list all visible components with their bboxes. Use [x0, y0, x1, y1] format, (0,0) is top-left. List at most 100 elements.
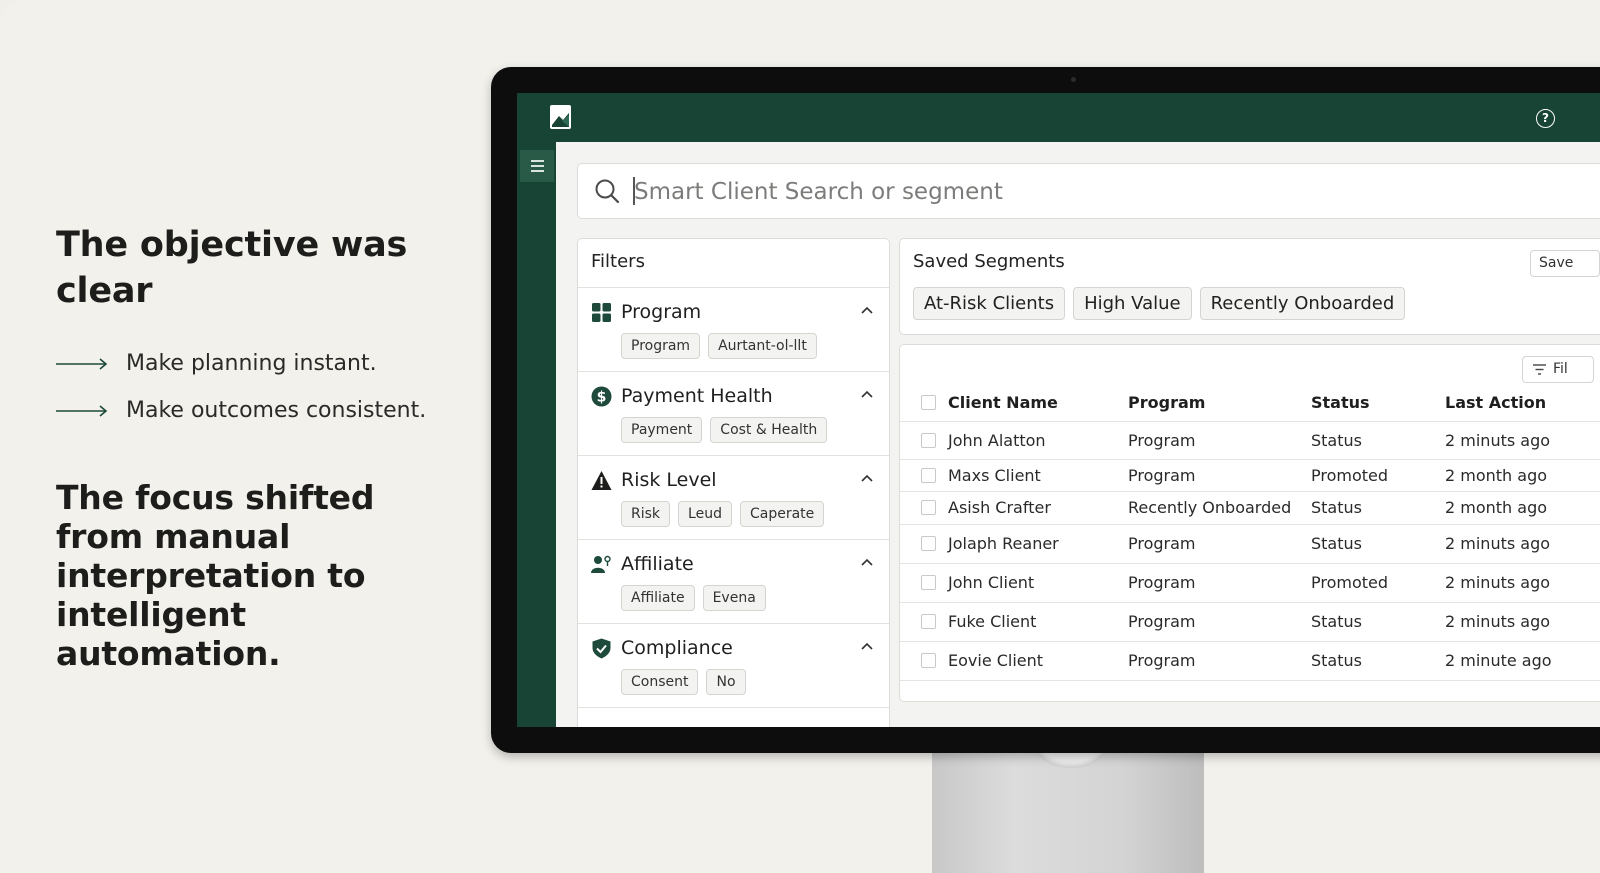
- shield-check-icon: [592, 638, 611, 659]
- status-cell: Status: [1311, 498, 1362, 517]
- filters-panel: Filters Program Program Aurtant-ol-llt $…: [577, 238, 890, 727]
- filter-chip[interactable]: Evena: [702, 585, 766, 611]
- client-name: Jolaph Reaner: [948, 534, 1059, 553]
- client-table-panel: Fil Client Name Program Status Last Acti…: [899, 344, 1600, 702]
- svg-text:$: $: [597, 390, 607, 406]
- row-checkbox[interactable]: [921, 575, 936, 590]
- filter-group-title: Risk Level: [621, 469, 717, 491]
- filter-group-payment-health[interactable]: $ Payment Health Payment Cost & Health: [578, 372, 889, 456]
- filter-chip[interactable]: Caperate: [739, 501, 825, 527]
- column-header[interactable]: Status: [1311, 393, 1370, 412]
- status-cell: Status: [1311, 534, 1362, 553]
- table-row[interactable]: Eovie Client Program Status 2 minute ago: [900, 641, 1600, 681]
- row-checkbox[interactable]: [921, 468, 936, 483]
- filter-group-title: Affiliate: [621, 553, 694, 575]
- filter-chip[interactable]: Program: [621, 333, 701, 359]
- client-name: John Client: [948, 573, 1035, 592]
- segment-chip[interactable]: High Value: [1073, 287, 1192, 320]
- last-action-cell: 2 minuts ago: [1445, 534, 1551, 553]
- saved-segments-title: Saved Segments: [913, 251, 1065, 272]
- column-header[interactable]: Last Action: [1445, 393, 1546, 412]
- filter-chip[interactable]: No: [706, 669, 746, 695]
- filter-chip[interactable]: Aurtant-ol-llt: [708, 333, 817, 359]
- filter-chip[interactable]: Cost & Health: [710, 417, 828, 443]
- filter-group-compliance[interactable]: Compliance Consent No: [578, 624, 889, 708]
- client-name: John Alatton: [948, 431, 1046, 450]
- row-checkbox[interactable]: [921, 433, 936, 448]
- client-name: Fuke Client: [948, 612, 1037, 631]
- grid-icon: [592, 303, 611, 322]
- filter-button[interactable]: Fil: [1522, 356, 1594, 383]
- bullet-list: Make planning instant. Make outcomes con…: [56, 340, 456, 434]
- filters-title: Filters: [591, 251, 645, 272]
- row-checkbox[interactable]: [921, 536, 936, 551]
- filter-icon: [1533, 364, 1546, 375]
- program-cell: Program: [1128, 573, 1196, 592]
- arrow-right-icon: [56, 404, 108, 417]
- chevron-up-icon[interactable]: [859, 638, 875, 654]
- chevron-up-icon[interactable]: [859, 470, 875, 486]
- row-checkbox[interactable]: [921, 500, 936, 515]
- filter-button-label: Fil: [1553, 361, 1568, 377]
- column-header[interactable]: Client Name: [948, 393, 1058, 412]
- filter-group-title: Program: [621, 301, 702, 323]
- bullet-text: Make outcomes consistent.: [126, 398, 427, 423]
- top-bar: ?: [517, 93, 1600, 142]
- bullet-item: Make planning instant.: [56, 340, 456, 387]
- last-action-cell: 2 minute ago: [1445, 651, 1552, 670]
- segment-chip[interactable]: Recently Onboarded: [1199, 287, 1406, 320]
- segment-chip[interactable]: At-Risk Clients: [913, 287, 1066, 320]
- program-cell: Recently Onboarded: [1128, 498, 1292, 517]
- last-action-cell: 2 month ago: [1445, 466, 1548, 485]
- filter-group-title: Compliance: [621, 637, 733, 659]
- save-button[interactable]: Save: [1530, 250, 1600, 277]
- table-header-row: Client Name Program Status Last Action: [900, 381, 1600, 422]
- bullet-text: Make planning instant.: [126, 351, 377, 376]
- filter-chip[interactable]: Payment: [621, 417, 703, 443]
- warning-icon: [591, 471, 612, 490]
- program-cell: Program: [1128, 651, 1196, 670]
- last-action-cell: 2 minuts ago: [1445, 573, 1551, 592]
- table-row[interactable]: John Alatton Program Status 2 minuts ago: [900, 421, 1600, 460]
- app-screen: ? Filters Program Program Aurtant-ol-llt: [517, 93, 1600, 727]
- status-cell: Status: [1311, 612, 1362, 631]
- saved-segments-panel: Saved Segments Save At-Risk Clients High…: [899, 238, 1600, 335]
- chevron-up-icon[interactable]: [859, 386, 875, 402]
- search-icon: [594, 178, 620, 204]
- table-row[interactable]: John Client Program Promoted 2 minuts ag…: [900, 563, 1600, 603]
- select-all-checkbox[interactable]: [921, 395, 936, 410]
- status-cell: Promoted: [1311, 466, 1389, 485]
- filter-group-title: Payment Health: [621, 385, 773, 407]
- filter-group-risk-level[interactable]: Risk Level Risk Leud Caperate: [578, 456, 889, 540]
- row-checkbox[interactable]: [921, 614, 936, 629]
- row-checkbox[interactable]: [921, 653, 936, 668]
- table-row[interactable]: Asish Crafter Recently Onboarded Status …: [900, 491, 1600, 525]
- client-name: Eovie Client: [948, 651, 1044, 670]
- filter-group-affiliate[interactable]: Affiliate Affiliate Evena: [578, 540, 889, 624]
- bullet-item: Make outcomes consistent.: [56, 387, 456, 434]
- filter-chip[interactable]: Risk: [621, 501, 671, 527]
- filter-chip[interactable]: Consent: [621, 669, 699, 695]
- page-heading: The objective was clear: [56, 225, 408, 311]
- filter-chip[interactable]: Leud: [678, 501, 732, 527]
- chevron-up-icon[interactable]: [859, 302, 875, 318]
- last-action-cell: 2 minuts ago: [1445, 431, 1551, 450]
- program-cell: Program: [1128, 534, 1196, 553]
- user-group-icon: [591, 555, 611, 573]
- chevron-up-icon[interactable]: [859, 554, 875, 570]
- status-cell: Status: [1311, 431, 1362, 450]
- table-row[interactable]: Fuke Client Program Status 2 minuts ago: [900, 602, 1600, 642]
- table-row[interactable]: Jolaph Reaner Program Status 2 minuts ag…: [900, 524, 1600, 564]
- help-icon[interactable]: ?: [1536, 109, 1555, 128]
- menu-button[interactable]: [520, 150, 554, 182]
- column-header[interactable]: Program: [1128, 393, 1205, 412]
- page-subheading: The focus shifted from manual interpreta…: [56, 478, 375, 673]
- table-row[interactable]: Maxs Client Program Promoted 2 month ago: [900, 459, 1600, 492]
- intro-section: The objective was clear Make planning in…: [56, 222, 456, 434]
- app-logo-icon[interactable]: [550, 105, 571, 129]
- search-input[interactable]: [632, 172, 1536, 212]
- filter-group-program[interactable]: Program Program Aurtant-ol-llt: [578, 288, 889, 372]
- filter-chip[interactable]: Affiliate: [621, 585, 695, 611]
- program-cell: Program: [1128, 431, 1196, 450]
- status-cell: Status: [1311, 651, 1362, 670]
